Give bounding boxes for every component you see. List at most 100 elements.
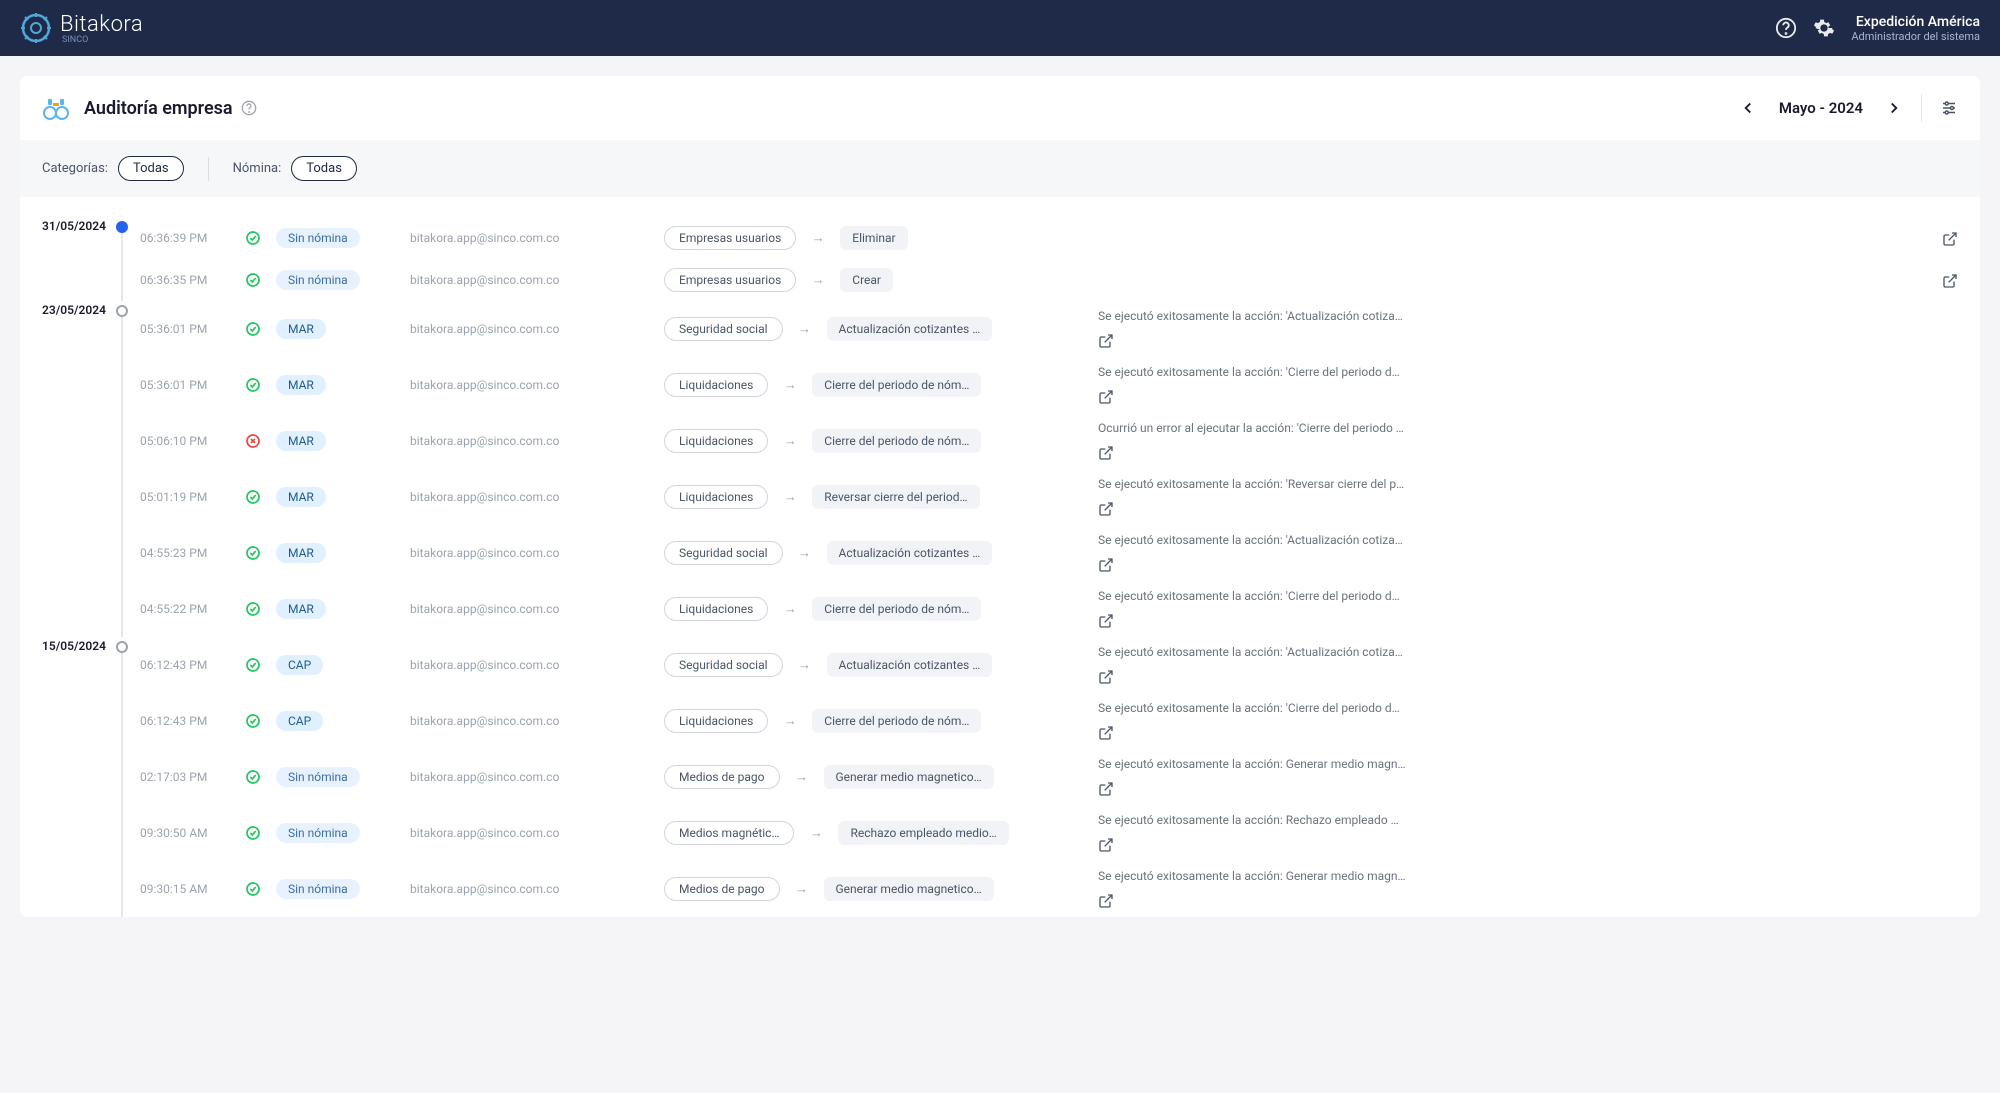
action-chip: Reversar cierre del period… — [812, 485, 979, 509]
event-row: 06:36:39 PM Sin nómina bitakora.app@sinco.… — [140, 217, 1958, 259]
open-icon[interactable] — [1098, 613, 1114, 629]
open-icon[interactable] — [1098, 501, 1114, 517]
action-chip: Rechazo empleado medio… — [838, 821, 1008, 845]
filter-cat-pill[interactable]: Todas — [118, 156, 184, 181]
payroll-chip: CAP — [276, 711, 323, 731]
event-user: bitakora.app@sinco.com.co — [410, 602, 610, 616]
events-list: 06:36:39 PM Sin nómina bitakora.app@sinco.… — [140, 217, 1958, 301]
timeline-line — [121, 317, 123, 637]
day-marker-icon — [116, 221, 128, 233]
open-icon[interactable] — [1942, 273, 1958, 289]
open-icon[interactable] — [1098, 725, 1114, 741]
action-chip: Actualización cotizantes … — [827, 317, 993, 341]
category-chip: Seguridad social — [664, 541, 783, 565]
hint-icon[interactable] — [241, 100, 257, 116]
open-icon[interactable] — [1098, 837, 1114, 853]
arrow-icon: → — [808, 825, 824, 841]
gear-icon[interactable] — [1813, 17, 1835, 39]
message-col — [1058, 267, 1958, 293]
category-chip: Empresas usuarios — [664, 226, 796, 250]
event-row: 05:36:01 PMMARbitakora.app@sinco.com.coS… — [140, 301, 1958, 357]
day-block: 15/05/202406:12:43 PMCAPbitakora.app@sin… — [42, 637, 1958, 917]
arrow-icon: → — [782, 601, 798, 617]
event-time: 05:36:01 PM — [140, 378, 230, 392]
event-row: 06:12:43 PMCAPbitakora.app@sinco.com.coS… — [140, 637, 1958, 693]
filter-nom-pill[interactable]: Todas — [291, 156, 357, 181]
category-chip: Liquidaciones — [664, 709, 768, 733]
event-user: bitakora.app@sinco.com.co — [410, 658, 610, 672]
category-chip: Liquidaciones — [664, 597, 768, 621]
filters-bar: Categorías: Todas Nómina: Todas — [20, 140, 1980, 197]
event-user: bitakora.app@sinco.com.co — [410, 882, 610, 896]
action-chip: Cierre del periodo de nóm… — [812, 373, 981, 397]
day-block: 23/05/202405:36:01 PMMARbitakora.app@sin… — [42, 301, 1958, 637]
event-time: 06:12:43 PM — [140, 714, 230, 728]
event-message: Se ejecutó exitosamente la acción: 'Cier… — [1098, 701, 1958, 715]
page-header: Auditoría empresa Mayo - 2024 — [20, 76, 1980, 140]
event-row: 04:55:22 PMMARbitakora.app@sinco.com.coL… — [140, 581, 1958, 637]
open-icon[interactable] — [1098, 389, 1114, 405]
event-user: bitakora.app@sinco.com.co — [410, 322, 610, 336]
success-icon — [244, 881, 262, 897]
error-icon — [244, 433, 262, 449]
user-info[interactable]: Expedición América Administrador del sis… — [1851, 14, 1980, 43]
event-user: bitakora.app@sinco.com.co — [410, 378, 610, 392]
success-icon — [244, 769, 262, 785]
success-icon — [244, 272, 262, 288]
success-icon — [244, 545, 262, 561]
message-col: Se ejecutó exitosamente la acción: Gener… — [1058, 869, 1958, 909]
event-user: bitakora.app@sinco.com.co — [410, 826, 610, 840]
logo[interactable]: Bitakora SINCO — [20, 12, 143, 45]
arrow-icon: → — [794, 881, 810, 897]
event-time: 06:36:39 PM — [140, 231, 230, 245]
open-icon[interactable] — [1942, 231, 1958, 247]
payroll-chip: MAR — [276, 543, 326, 563]
month-label[interactable]: Mayo - 2024 — [1769, 99, 1873, 117]
event-user: bitakora.app@sinco.com.co — [410, 273, 610, 287]
open-icon[interactable] — [1098, 557, 1114, 573]
category-chip: Liquidaciones — [664, 373, 768, 397]
day-date: 31/05/2024 — [42, 217, 114, 301]
event-time: 09:30:15 AM — [140, 882, 230, 896]
payroll-chip: Sin nómina — [276, 228, 360, 248]
help-icon[interactable] — [1775, 17, 1797, 39]
event-message: Se ejecutó exitosamente la acción: 'Actu… — [1098, 533, 1958, 547]
event-time: 06:12:43 PM — [140, 658, 230, 672]
event-time: 04:55:23 PM — [140, 546, 230, 560]
divider — [1921, 94, 1922, 122]
event-user: bitakora.app@sinco.com.co — [410, 231, 610, 245]
payroll-chip: Sin nómina — [276, 879, 360, 899]
chevron-left-icon[interactable] — [1739, 99, 1757, 117]
chevron-right-icon[interactable] — [1885, 99, 1903, 117]
success-icon — [244, 489, 262, 505]
message-col: Se ejecutó exitosamente la acción: 'Cier… — [1058, 365, 1958, 405]
event-row: 02:17:03 PMSin nóminabitakora.app@sinco.… — [140, 749, 1958, 805]
open-icon[interactable] — [1098, 781, 1114, 797]
marker-col — [114, 637, 140, 917]
marker-col — [114, 217, 140, 301]
category-chip: Seguridad social — [664, 653, 783, 677]
day-marker-icon — [116, 641, 128, 653]
open-icon[interactable] — [1098, 669, 1114, 685]
event-user: bitakora.app@sinco.com.co — [410, 490, 610, 504]
payroll-chip: Sin nómina — [276, 823, 360, 843]
event-user: bitakora.app@sinco.com.co — [410, 546, 610, 560]
open-icon[interactable] — [1098, 893, 1114, 909]
success-icon — [244, 377, 262, 393]
payroll-chip: MAR — [276, 319, 326, 339]
event-time: 09:30:50 AM — [140, 826, 230, 840]
user-name: Expedición América — [1851, 14, 1980, 30]
action-chip: Cierre del periodo de nóm… — [812, 429, 981, 453]
arrow-icon: → — [797, 545, 813, 561]
event-row: 06:12:43 PMCAPbitakora.app@sinco.com.coL… — [140, 693, 1958, 749]
category-chip: Seguridad social — [664, 317, 783, 341]
open-icon[interactable] — [1098, 333, 1114, 349]
sliders-icon[interactable] — [1940, 99, 1958, 117]
divider — [208, 157, 209, 181]
arrow-icon: → — [782, 713, 798, 729]
event-message: Ocurrió un error al ejecutar la acción: … — [1098, 421, 1958, 435]
event-row: 04:55:23 PM MAR bitakora.app@sinco.com.co S… — [140, 525, 1958, 581]
arrow-icon: → — [782, 377, 798, 393]
open-icon[interactable] — [1098, 445, 1114, 461]
message-col: Se ejecutó exitosamente la acción: Recha… — [1058, 813, 1958, 853]
